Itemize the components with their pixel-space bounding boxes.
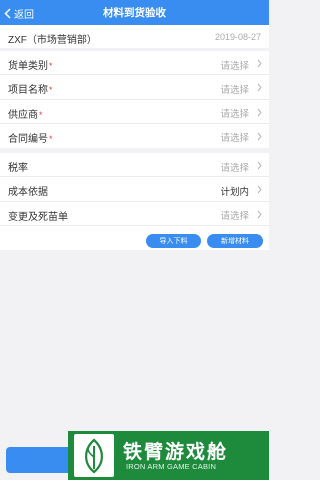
field-value: 请选择 [220,60,249,72]
chevron-right-icon [257,108,262,116]
header-group: ZXF（市场营销部） 2019-08-27 [0,25,269,48]
required-mark: * [49,133,53,144]
required-mark: * [39,109,43,120]
nav-bar: 返回 材料到货验收 [0,0,269,25]
field-waybill-type[interactable]: 货单类别* 请选择 [0,51,269,76]
leaf-logo-icon [74,434,114,477]
required-fields-group: 货单类别* 请选择 项目名称* 请选择 供应商* 请选择 合同编号* 请选择 [0,51,269,148]
field-project-name[interactable]: 项目名称* 请选择 [0,75,269,100]
material-actions: 导入下料 新增材料 [0,232,269,252]
required-mark: * [49,61,53,71]
field-value: 计划内 [220,186,249,198]
import-materials-button[interactable]: 导入下料 [146,234,201,248]
field-label: 合同编号 [8,133,48,145]
page-title: 材料到货验收 [103,7,166,19]
field-value: 请选择 [220,133,249,145]
watermark-title: 铁臂游戏舱 [123,442,229,463]
date-text: 2019-08-27 [214,31,261,42]
field-contract-number[interactable]: 合同编号* 请选择 [0,124,269,148]
chevron-right-icon [257,161,262,170]
field-value: 请选择 [220,109,249,120]
header-row: ZXF（市场营销部） 2019-08-27 [0,25,269,48]
chevron-right-icon [257,185,262,194]
field-value: 请选择 [220,84,249,96]
chevron-right-icon [257,132,262,141]
field-cost-basis[interactable]: 成本依据 计划内 [0,177,269,202]
chevron-right-icon [257,59,262,68]
watermark-banner: 铁臂游戏舱 IRON ARM GAME CABIN [68,431,269,480]
field-value: 请选择 [220,162,249,174]
required-mark: * [49,85,53,96]
add-material-button[interactable]: 新增材料 [207,234,263,248]
field-label: 成本依据 [8,187,48,199]
field-label: 税率 [8,163,28,174]
field-label: 供应商 [8,109,38,121]
field-tax-rate[interactable]: 税率 请选择 [0,153,269,178]
watermark-subtitle: IRON ARM GAME CABIN [126,462,217,471]
field-change-order[interactable]: 变更及死苗单 请选择 [0,202,269,226]
field-label: 货单类别 [8,61,48,72]
field-label: 变更及死苗单 [8,211,68,223]
field-value: 请选择 [220,211,249,222]
chevron-right-icon [257,83,262,92]
field-label: 项目名称 [8,85,48,97]
org-name: ZXF（市场营销部） [8,35,97,46]
field-supplier[interactable]: 供应商* 请选择 [0,100,269,124]
chevron-right-icon [257,210,262,218]
